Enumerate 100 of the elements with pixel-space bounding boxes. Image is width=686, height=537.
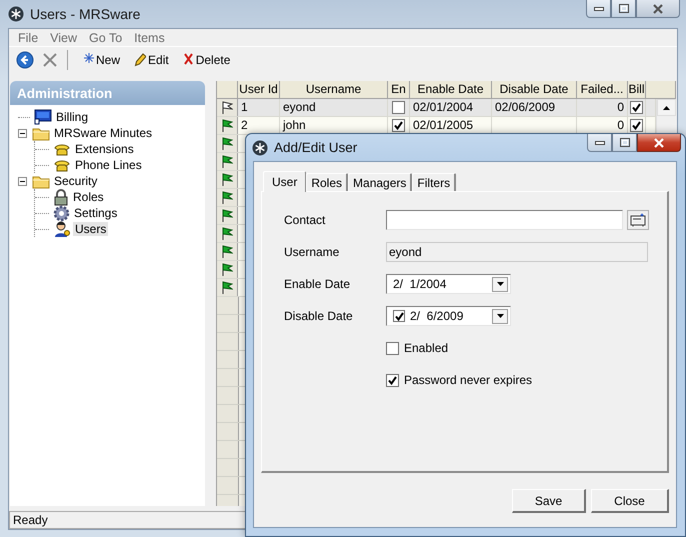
flag-icon — [221, 226, 233, 240]
maximize-button[interactable] — [611, 0, 636, 18]
delete-button[interactable]: Delete — [176, 51, 236, 69]
menu-item[interactable]: Go To — [83, 30, 128, 44]
tree-item[interactable]: MRSware Minutes — [52, 126, 154, 140]
cross-icon — [182, 53, 194, 65]
close-button[interactable]: Close — [591, 489, 669, 513]
column-header[interactable]: Enable Date — [410, 81, 492, 98]
menu-item[interactable]: View — [44, 30, 84, 44]
tab[interactable]: Roles — [306, 173, 348, 191]
caret-icon — [496, 282, 504, 286]
new-button[interactable]: New — [78, 51, 126, 69]
pencil-icon — [134, 53, 146, 67]
tab[interactable]: Filters — [412, 173, 456, 191]
collapse-toggle[interactable] — [18, 176, 27, 186]
checkbox[interactable] — [630, 119, 643, 132]
dropdown-button[interactable] — [492, 276, 508, 292]
date-picker[interactable]: 2/ 1/2004 — [386, 274, 511, 294]
close-button[interactable] — [637, 134, 681, 152]
flag-icon — [221, 136, 233, 150]
checkbox-label: Password never expires — [404, 373, 532, 387]
table-cell: 0 — [577, 99, 628, 116]
flag-icon — [221, 280, 233, 294]
phone-icon — [53, 142, 71, 156]
maximize-button[interactable] — [612, 134, 637, 152]
flag-icon — [221, 100, 233, 114]
table-row[interactable]: 2 john 02/01/2005 0 — [217, 117, 656, 135]
edit-button[interactable]: Edit — [128, 51, 175, 69]
column-header[interactable]: Username — [280, 81, 388, 98]
gear-icon — [53, 204, 70, 222]
column-header[interactable]: User Id — [238, 81, 280, 98]
lock-icon — [53, 188, 69, 206]
tree-item[interactable]: Users — [73, 222, 108, 236]
stop-icon[interactable] — [42, 52, 58, 68]
tab[interactable]: Managers — [348, 173, 412, 191]
tree-item[interactable]: Security — [52, 174, 100, 188]
minimize-icon — [594, 6, 604, 12]
flag-icon — [221, 244, 233, 258]
field-label: Contact — [284, 213, 326, 227]
field-label: Disable Date — [284, 309, 354, 323]
phone-icon — [53, 158, 71, 172]
scroll-up-button[interactable] — [657, 99, 676, 116]
dropdown-button[interactable] — [492, 308, 508, 324]
save-button[interactable]: Save — [512, 489, 586, 513]
flag-icon — [221, 118, 233, 132]
checkbox[interactable] — [393, 310, 405, 322]
card-icon — [630, 213, 646, 227]
column-header[interactable]: Disable Date — [492, 81, 577, 98]
minimize-button[interactable] — [587, 134, 612, 152]
table-cell: 02/06/2009 — [492, 99, 577, 116]
dialog-title: Add/Edit User — [274, 140, 358, 155]
close-button[interactable] — [636, 0, 680, 18]
tree-item[interactable]: Settings — [72, 206, 120, 220]
field-label: Enable Date — [284, 277, 352, 291]
minimize-icon — [594, 140, 604, 146]
column-header[interactable]: En — [388, 81, 410, 98]
folder-icon — [32, 174, 50, 188]
flag-icon — [221, 154, 233, 168]
tree-item[interactable]: Roles — [71, 190, 106, 204]
back-icon[interactable] — [16, 51, 34, 69]
checkbox[interactable] — [630, 101, 643, 114]
table-cell: eyond — [280, 99, 388, 116]
minimize-button[interactable] — [586, 0, 611, 18]
tab[interactable]: User — [263, 171, 306, 192]
app-icon — [8, 6, 24, 22]
up-arrow-icon — [663, 106, 670, 110]
column-header[interactable]: Failed... — [577, 81, 628, 98]
maximize-icon — [620, 138, 630, 147]
collapse-toggle[interactable] — [18, 128, 27, 138]
app-icon — [252, 140, 268, 156]
window-title: Users - MRSware — [30, 6, 140, 22]
checkbox[interactable] — [392, 119, 405, 132]
sparkle-icon — [84, 53, 94, 63]
table-cell: 02/01/2004 — [410, 99, 492, 116]
table-cell: 1 — [238, 99, 280, 116]
tree-item[interactable]: Extensions — [73, 142, 136, 156]
close-icon — [653, 138, 665, 148]
monitor-icon — [34, 109, 52, 125]
input-field[interactable] — [386, 210, 623, 230]
close-icon — [652, 4, 664, 14]
menu-item[interactable]: File — [12, 30, 44, 44]
panel-header: Administration — [10, 81, 205, 105]
tree-item[interactable]: Billing — [54, 110, 90, 124]
menu-item[interactable]: Items — [128, 30, 171, 44]
column-header[interactable]: Bill — [628, 81, 646, 98]
field-label: Username — [284, 245, 340, 259]
flag-icon — [221, 208, 233, 222]
maximize-icon — [618, 4, 628, 13]
checkbox[interactable] — [386, 374, 399, 386]
person-icon — [53, 220, 71, 238]
tree-item[interactable]: Phone Lines — [73, 158, 144, 172]
lookup-button[interactable] — [627, 210, 649, 230]
checkbox-label: Enabled — [404, 341, 448, 355]
flag-icon — [221, 190, 233, 204]
flag-icon — [221, 172, 233, 186]
flag-icon — [221, 262, 233, 276]
checkbox[interactable] — [386, 342, 399, 354]
date-picker[interactable]: 2/ 6/2009 — [386, 306, 511, 326]
table-row[interactable]: 1 eyond 02/01/2004 02/06/2009 0 — [217, 99, 656, 117]
checkbox[interactable] — [392, 101, 405, 114]
